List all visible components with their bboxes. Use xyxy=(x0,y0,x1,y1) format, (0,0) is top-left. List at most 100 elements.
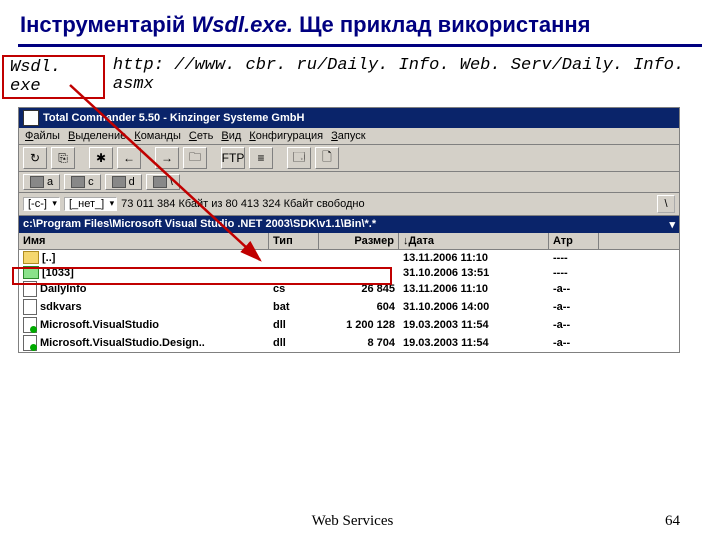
tool-bar[interactable]: ↻⎘ ✱← →🗀 FTP≡ 🗔🗋 xyxy=(19,145,679,172)
space-bar: [-c-] [_нет_] 73 011 384 Кбайт из 80 413… xyxy=(19,193,679,216)
file-size: 1 200 128 xyxy=(319,318,399,332)
file-icon xyxy=(23,317,37,333)
table-row[interactable]: sdkvars bat60431.10.2006 14:00-a-- xyxy=(19,298,679,316)
menu-item[interactable]: Выделение xyxy=(68,130,126,142)
current-path: c:\Program Files\Microsoft Visual Studio… xyxy=(23,218,376,231)
drive-combo[interactable]: [-c-] xyxy=(23,197,60,211)
file-name: [..] xyxy=(42,252,55,264)
file-size xyxy=(319,266,399,279)
file-size: 8 704 xyxy=(319,336,399,350)
window-title-text: Total Commander 5.50 - Kinzinger Systeme… xyxy=(43,112,304,124)
table-row[interactable]: Microsoft.VisualStudio dll1 200 12819.03.… xyxy=(19,316,679,334)
toolbar-button[interactable]: ≡ xyxy=(249,147,273,169)
file-ext: bat xyxy=(269,300,319,314)
drive-icon xyxy=(30,176,44,188)
file-icon xyxy=(23,299,37,315)
file-ext: dll xyxy=(269,318,319,332)
file-name: Microsoft.VisualStudio.Design.. xyxy=(40,337,205,349)
file-attr: -a-- xyxy=(549,318,599,332)
drive-button-c[interactable]: c xyxy=(64,174,101,190)
file-attr: -a-- xyxy=(549,336,599,350)
file-size: 604 xyxy=(319,300,399,314)
drive-root-button[interactable]: \ xyxy=(146,174,180,190)
file-date: 31.10.2006 13:51 xyxy=(399,266,549,280)
menu-item[interactable]: Сеть xyxy=(189,130,213,142)
table-row[interactable]: [1033] 31.10.2006 13:51---- xyxy=(19,265,679,280)
toolbar-button[interactable]: ↻ xyxy=(23,147,47,169)
title-underline xyxy=(18,44,702,47)
col-header-ext[interactable]: Тип xyxy=(269,233,319,249)
command-url: http: //www. cbr. ru/Daily. Info. Web. S… xyxy=(109,55,706,99)
file-icon xyxy=(23,281,37,297)
toolbar-button[interactable]: 🗔 xyxy=(287,147,311,169)
file-ext xyxy=(269,272,319,274)
file-ext: cs xyxy=(269,282,319,296)
toolbar-button[interactable]: 🗋 xyxy=(315,147,339,169)
file-name: [1033] xyxy=(42,267,74,279)
toolbar-button[interactable]: ✱ xyxy=(89,147,113,169)
file-date: 13.11.2006 11:10 xyxy=(399,251,549,265)
file-ext xyxy=(269,257,319,259)
drive-icon xyxy=(71,176,85,188)
free-space-label: 73 011 384 Кбайт из 80 413 324 Кбайт сво… xyxy=(121,198,364,210)
file-icon xyxy=(23,251,39,264)
file-name: Microsoft.VisualStudio xyxy=(40,319,159,331)
back-button[interactable]: \ xyxy=(657,195,675,213)
command-line: Wsdl. exe http: //www. cbr. ru/Daily. In… xyxy=(0,53,720,107)
file-attr: -a-- xyxy=(549,300,599,314)
drive-button-a[interactable]: a xyxy=(23,174,60,190)
file-date: 19.03.2003 11:54 xyxy=(399,336,549,350)
file-name: DailyInfo xyxy=(40,283,86,295)
file-list[interactable]: [..]13.11.2006 11:10----[1033]31.10.2006… xyxy=(19,250,679,352)
file-date: 31.10.2006 14:00 xyxy=(399,300,549,314)
path-dropdown-icon[interactable]: ▾ xyxy=(669,218,675,231)
file-attr: -a-- xyxy=(549,282,599,296)
slide-footer: Web Services 64 xyxy=(0,513,720,530)
table-row[interactable]: Microsoft.VisualStudio.Design.. dll8 7041… xyxy=(19,334,679,352)
file-date: 19.03.2003 11:54 xyxy=(399,318,549,332)
file-size xyxy=(319,251,399,264)
menu-item[interactable]: Запуск xyxy=(331,130,365,142)
file-size: 26 845 xyxy=(319,282,399,296)
window-titlebar[interactable]: Total Commander 5.50 - Kinzinger Systeme… xyxy=(19,108,679,128)
title-suffix: Ще приклад використання xyxy=(293,12,591,37)
file-attr: ---- xyxy=(549,251,599,265)
column-header[interactable]: Имя Тип Размер ↓Дата Атр xyxy=(19,233,679,250)
drive-icon xyxy=(153,176,167,188)
menu-item[interactable]: Конфигурация xyxy=(249,130,323,142)
file-icon xyxy=(23,266,39,279)
toolbar-button[interactable]: ⎘ xyxy=(51,147,75,169)
table-row[interactable]: DailyInfo cs26 84513.11.2006 11:10-a-- xyxy=(19,280,679,298)
file-date: 13.11.2006 11:10 xyxy=(399,282,549,296)
file-attr: ---- xyxy=(549,266,599,280)
file-icon xyxy=(23,335,37,351)
menu-bar[interactable]: Файлы Выделение Команды Сеть Вид Конфигурация… xyxy=(19,128,679,145)
app-icon xyxy=(23,110,39,126)
toolbar-button[interactable]: ← xyxy=(117,147,141,169)
title-emphasis: Wsdl.exe. xyxy=(192,12,293,37)
command-exe-box: Wsdl. exe xyxy=(2,55,105,99)
col-header-attr[interactable]: Атр xyxy=(549,233,599,249)
file-name: sdkvars xyxy=(40,301,82,313)
footer-page-number: 64 xyxy=(665,513,680,530)
slide-title: Інструментарій Wsdl.exe. Ще приклад вико… xyxy=(0,0,720,44)
table-row[interactable]: [..] 13.11.2006 11:10---- xyxy=(19,250,679,265)
toolbar-button[interactable]: → xyxy=(155,147,179,169)
drive-button-d[interactable]: d xyxy=(105,174,142,190)
toolbar-button[interactable]: FTP xyxy=(221,147,245,169)
menu-item[interactable]: Команды xyxy=(134,130,181,142)
col-header-name[interactable]: Имя xyxy=(19,233,269,249)
menu-item[interactable]: Вид xyxy=(221,130,241,142)
none-combo[interactable]: [_нет_] xyxy=(64,197,117,211)
path-bar[interactable]: c:\Program Files\Microsoft Visual Studio… xyxy=(19,216,679,233)
drive-bar[interactable]: acd\ xyxy=(19,172,679,193)
file-ext: dll xyxy=(269,336,319,350)
menu-item[interactable]: Файлы xyxy=(25,130,60,142)
toolbar-button[interactable]: 🗀 xyxy=(183,147,207,169)
col-header-size[interactable]: Размер xyxy=(319,233,399,249)
drive-icon xyxy=(112,176,126,188)
total-commander-window: Total Commander 5.50 - Kinzinger Systeme… xyxy=(18,107,680,353)
title-prefix: Інструментарій xyxy=(20,12,192,37)
footer-center: Web Services xyxy=(312,513,394,530)
col-header-date[interactable]: ↓Дата xyxy=(399,233,549,249)
